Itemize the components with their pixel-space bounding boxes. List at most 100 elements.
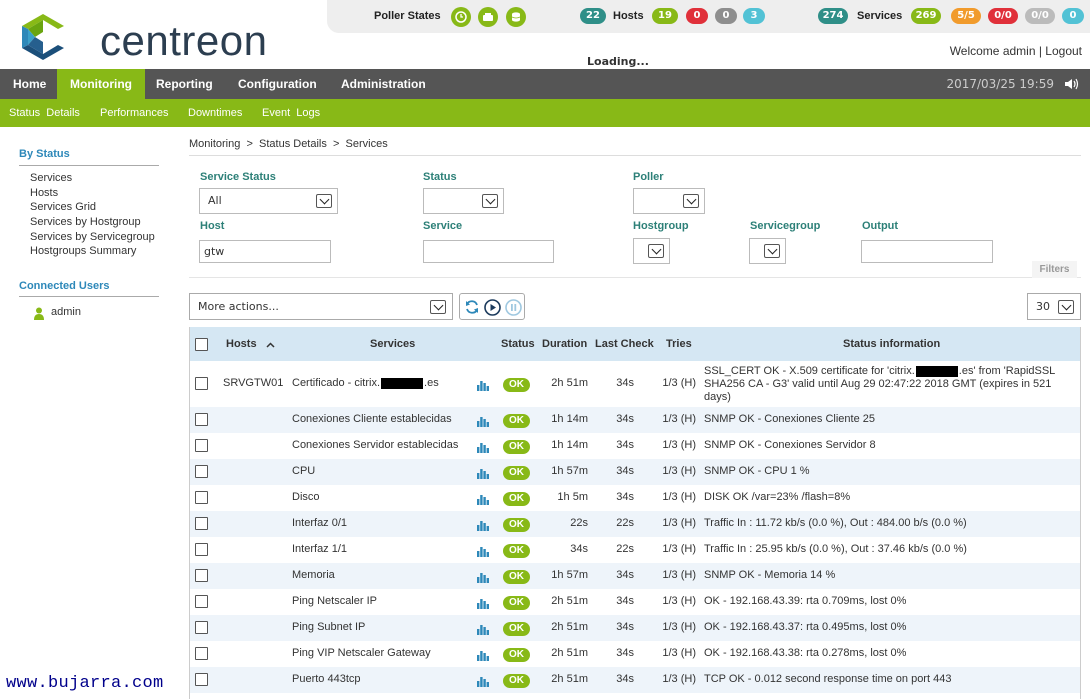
nav-configuration[interactable]: Configuration [225, 69, 330, 99]
pause-icon[interactable] [505, 299, 522, 316]
sidebar-item-hostgroups-summary[interactable]: Hostgroups Summary [30, 245, 136, 257]
hosts-pending-badge[interactable]: 3 [743, 8, 765, 24]
services-unknown-badge[interactable]: 0/0 [1025, 8, 1055, 24]
sort-asc-icon[interactable] [266, 342, 275, 348]
graph-icon[interactable] [477, 519, 489, 531]
row-checkbox[interactable] [195, 413, 208, 426]
hosts-unreachable-badge[interactable]: 0 [715, 8, 737, 24]
row-checkbox[interactable] [195, 543, 208, 556]
column-duration[interactable]: Duration [542, 327, 587, 361]
graph-icon[interactable] [477, 675, 489, 687]
column-services[interactable]: Services [370, 327, 415, 361]
graph-icon[interactable] [477, 441, 489, 453]
table-row[interactable]: Interfaz 0/1 OK 22s 22s 1/3 (H) Traffic In : … [190, 511, 1080, 537]
row-service[interactable]: Disco [292, 491, 320, 503]
poller-clock-icon[interactable] [451, 7, 471, 27]
logout-link[interactable]: Logout [1045, 44, 1082, 58]
subnav-performances[interactable]: Performances [100, 99, 168, 127]
nav-home[interactable]: Home [0, 69, 59, 99]
servicegroup-select[interactable] [749, 238, 786, 264]
hosts-down-badge[interactable]: 0 [686, 8, 708, 24]
services-ok-badge[interactable]: 269 [911, 8, 941, 24]
column-status-information[interactable]: Status information [843, 327, 940, 361]
row-service[interactable]: Conexiones Cliente establecidas [292, 413, 452, 425]
table-row[interactable]: Conexiones Servidor establecidas OK 1h 14m… [190, 433, 1080, 459]
table-row[interactable]: Conexiones Cliente establecidas OK 1h 14m 3… [190, 407, 1080, 433]
hosts-up-badge[interactable]: 19 [652, 8, 678, 24]
subnav-downtimes[interactable]: Downtimes [188, 99, 242, 127]
row-checkbox[interactable] [195, 439, 208, 452]
row-service[interactable]: Memoria [292, 569, 335, 581]
services-pending-badge[interactable]: 0 [1062, 8, 1084, 24]
row-checkbox[interactable] [195, 569, 208, 582]
refresh-icon[interactable] [464, 299, 480, 315]
play-icon[interactable] [484, 299, 501, 316]
row-service[interactable]: Puerto 443tcp [292, 673, 361, 685]
graph-icon[interactable] [477, 545, 489, 557]
row-checkbox[interactable] [195, 465, 208, 478]
filters-toggle-tab[interactable]: Filters [1032, 261, 1077, 278]
graph-icon[interactable] [477, 415, 489, 427]
poller-hdd-icon[interactable] [478, 7, 498, 27]
row-service[interactable]: Certificado - citrix. .es [292, 377, 439, 389]
sidebar-item-services-by-hostgroup[interactable]: Services by Hostgroup [30, 216, 141, 228]
service-status-select[interactable]: All [199, 188, 338, 214]
table-row[interactable]: Ping VIP Netscaler Gateway OK 2h 51m 34s 1/3… [190, 641, 1080, 667]
sidebar-item-services-grid[interactable]: Services Grid [30, 201, 96, 213]
row-service[interactable]: Ping Netscaler IP [292, 595, 377, 607]
more-actions-select[interactable]: More actions... [189, 293, 453, 320]
output-input[interactable] [861, 240, 993, 263]
table-row[interactable]: Disco OK 1h 5m 34s 1/3 (H) DISK OK /var=23% /… [190, 485, 1080, 511]
row-checkbox[interactable] [195, 517, 208, 530]
column-tries[interactable]: Tries [666, 327, 692, 361]
graph-icon[interactable] [477, 379, 489, 391]
services-warning-badge[interactable]: 5/5 [951, 8, 981, 24]
status-select[interactable] [423, 188, 504, 214]
page-size-select[interactable]: 30 [1027, 293, 1081, 320]
column-status[interactable]: Status [501, 327, 535, 361]
select-all-checkbox[interactable] [195, 338, 208, 351]
graph-icon[interactable] [477, 467, 489, 479]
sidebar-item-services[interactable]: Services [30, 172, 72, 184]
nav-administration[interactable]: Administration [328, 69, 439, 99]
table-row[interactable]: CPU OK 1h 57m 34s 1/3 (H) SNMP OK - CPU 1 % [190, 459, 1080, 485]
row-service[interactable]: Ping VIP Netscaler Gateway [292, 647, 431, 659]
service-input[interactable] [423, 240, 554, 263]
row-checkbox[interactable] [195, 621, 208, 634]
nav-reporting[interactable]: Reporting [143, 69, 226, 99]
poller-database-icon[interactable] [506, 7, 526, 27]
table-row[interactable]: Ping Netscaler IP OK 2h 51m 34s 1/3 (H) OK - … [190, 589, 1080, 615]
row-service[interactable]: Ping Subnet IP [292, 621, 365, 633]
row-checkbox[interactable] [195, 673, 208, 686]
row-service[interactable]: Conexiones Servidor establecidas [292, 439, 458, 451]
hostgroup-select[interactable] [633, 238, 670, 264]
sidebar-item-services-by-servicegroup[interactable]: Services by Servicegroup [30, 231, 155, 243]
subnav-status-details[interactable]: Status Details [9, 99, 80, 127]
row-checkbox[interactable] [195, 491, 208, 504]
subnav-event-logs[interactable]: Event Logs [262, 99, 320, 127]
graph-icon[interactable] [477, 571, 489, 583]
graph-icon[interactable] [477, 623, 489, 635]
row-checkbox[interactable] [195, 647, 208, 660]
column-last-check[interactable]: Last Check [595, 327, 654, 361]
connected-user-admin[interactable]: admin [51, 306, 81, 318]
hosts-total-badge[interactable]: 22 [580, 8, 606, 24]
services-total-badge[interactable]: 274 [818, 8, 848, 24]
row-host[interactable]: SRVGTW01 [223, 377, 283, 389]
nav-monitoring[interactable]: Monitoring [57, 69, 145, 99]
host-input[interactable]: gtw [199, 240, 331, 263]
sidebar-item-hosts[interactable]: Hosts [30, 187, 58, 199]
table-row[interactable]: Ping Subnet IP OK 2h 51m 34s 1/3 (H) OK - 192… [190, 615, 1080, 641]
row-service[interactable]: Interfaz 0/1 [292, 517, 347, 529]
table-row[interactable]: SRVGTW01 Certificado - citrix. .es OK 2h 51m… [190, 361, 1080, 407]
graph-icon[interactable] [477, 493, 489, 505]
row-service[interactable]: Interfaz 1/1 [292, 543, 347, 555]
centreon-logo[interactable]: centreon [18, 10, 288, 64]
graph-icon[interactable] [477, 649, 489, 661]
poller-select[interactable] [633, 188, 705, 214]
graph-icon[interactable] [477, 597, 489, 609]
column-hosts[interactable]: Hosts [226, 327, 257, 361]
services-critical-badge[interactable]: 0/0 [988, 8, 1018, 24]
table-row[interactable]: Memoria OK 1h 57m 34s 1/3 (H) SNMP OK - Memor… [190, 563, 1080, 589]
table-row[interactable]: Puerto 443tcp OK 2h 51m 34s 1/3 (H) TCP OK - … [190, 667, 1080, 693]
